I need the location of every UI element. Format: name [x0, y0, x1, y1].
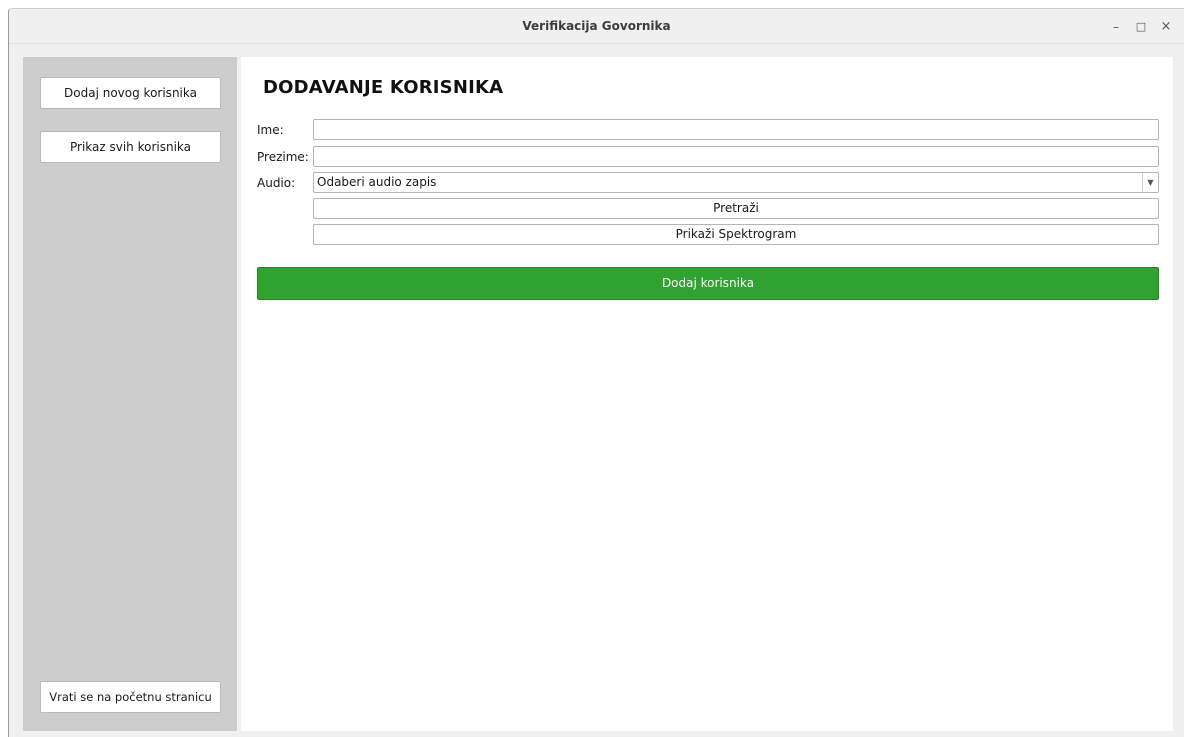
audio-select[interactable]: Odaberi audio zapis ▼: [313, 172, 1159, 193]
chevron-down-icon[interactable]: ▼: [1142, 173, 1158, 192]
sidebar: Dodaj novog korisnika Prikaz svih korisn…: [23, 57, 237, 731]
audio-label: Audio:: [257, 176, 296, 190]
audio-select-value: Odaberi audio zapis: [317, 175, 437, 189]
back-to-home-button[interactable]: Vrati se na početnu stranicu: [40, 681, 221, 713]
ime-input[interactable]: [313, 119, 1159, 140]
maximize-icon[interactable]: □: [1131, 17, 1151, 37]
add-new-user-button[interactable]: Dodaj novog korisnika: [40, 77, 221, 109]
app-window: Verifikacija Govornika – □ × Dodaj novog…: [8, 8, 1184, 737]
prezime-input[interactable]: [313, 146, 1159, 167]
title-bar[interactable]: Verifikacija Govornika – □ ×: [9, 9, 1184, 44]
minimize-icon[interactable]: –: [1106, 17, 1126, 37]
window-title: Verifikacija Govornika: [522, 19, 671, 33]
main-content: DODAVANJE KORISNIKA Ime: Prezime: Audio:…: [241, 57, 1173, 731]
page-title: DODAVANJE KORISNIKA: [263, 77, 504, 98]
show-spectrogram-button[interactable]: Prikaži Spektrogram: [313, 224, 1159, 245]
show-all-users-button[interactable]: Prikaz svih korisnika: [40, 131, 221, 163]
add-user-button[interactable]: Dodaj korisnika: [257, 267, 1159, 300]
ime-label: Ime:: [257, 123, 284, 137]
search-button[interactable]: Pretraži: [313, 198, 1159, 219]
close-icon[interactable]: ×: [1156, 17, 1176, 37]
prezime-label: Prezime:: [257, 150, 309, 164]
